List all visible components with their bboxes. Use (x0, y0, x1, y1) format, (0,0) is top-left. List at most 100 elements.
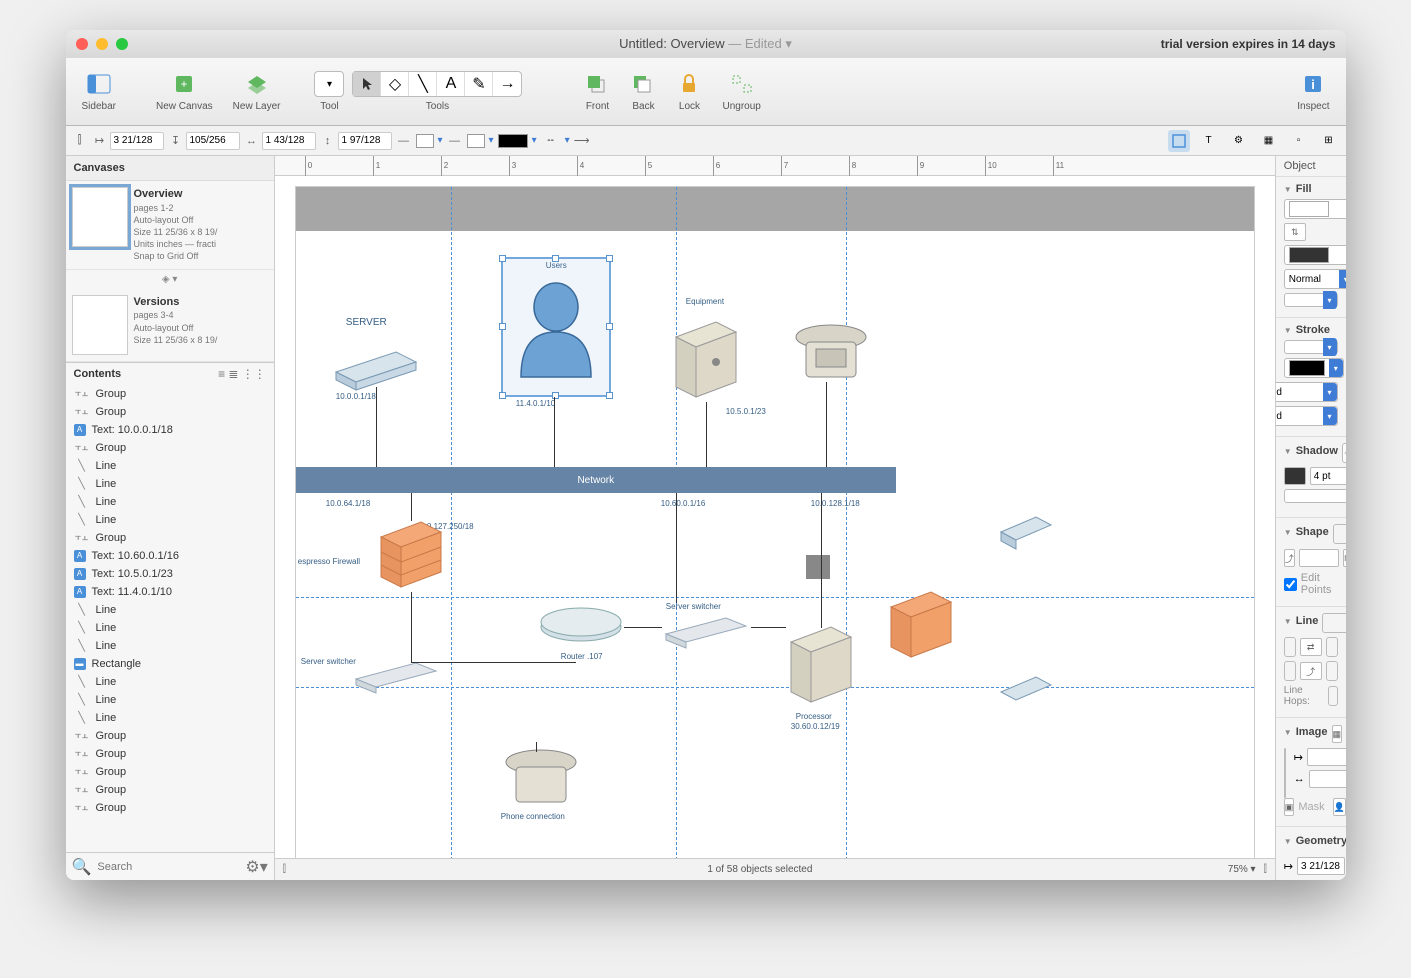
x-input[interactable] (110, 132, 164, 150)
horizontal-ruler[interactable]: 01234567891011 (275, 156, 1275, 176)
list-item[interactable]: ⫟⫠Group (66, 763, 274, 781)
lock-button[interactable]: Lock (670, 67, 708, 116)
close-icon[interactable] (76, 38, 88, 50)
stroke-end-icon[interactable]: ⟶ (574, 133, 590, 149)
fill-type-strip[interactable]: ▾ (1284, 293, 1338, 307)
firewall-shape[interactable] (376, 517, 446, 602)
stroke-swatch[interactable] (416, 134, 434, 148)
fill-color-select[interactable]: ▾ (1284, 199, 1346, 219)
phone-shape[interactable] (786, 317, 876, 392)
y-input[interactable] (186, 132, 240, 150)
tools-group[interactable]: ◇ ╲ A ✎ → (352, 71, 522, 97)
blend-select[interactable]: Normal▾ (1284, 269, 1346, 289)
router-shape[interactable] (536, 602, 626, 657)
object-tab[interactable] (1168, 130, 1190, 152)
canvas-item-versions[interactable]: Versions pages 3-4 Auto-layout Off Size … (66, 289, 274, 362)
equipment-shape[interactable] (666, 317, 746, 412)
w-input[interactable] (262, 132, 316, 150)
list-item[interactable]: ╲Line (66, 457, 274, 475)
canvas-thumbnail[interactable] (72, 295, 128, 355)
shadow-offset-input[interactable] (1310, 467, 1346, 485)
canvas-thumbnail[interactable] (72, 187, 128, 247)
view-mode-icons[interactable]: ≡ ≣ ⋮⋮ (218, 367, 266, 381)
ruler-toggle-v-icon[interactable]: ⫿ (283, 864, 286, 875)
search-input[interactable] (97, 861, 239, 873)
firewall2-shape[interactable] (886, 587, 956, 672)
list-item[interactable]: ⫟⫠Group (66, 781, 274, 799)
minimize-icon[interactable] (96, 38, 108, 50)
inspect-button[interactable]: i Inspect (1291, 67, 1335, 116)
fill-color2-select[interactable]: ▾ (1284, 245, 1346, 265)
list-item[interactable]: ╲Line (66, 601, 274, 619)
list-item[interactable]: ⫟⫠Group (66, 439, 274, 457)
list-item[interactable]: ╲Line (66, 709, 274, 727)
list-item[interactable]: ⫟⫠Group (66, 745, 274, 763)
tool-selector[interactable]: ▾ (314, 71, 344, 97)
back-button[interactable]: Back (624, 67, 662, 116)
list-item[interactable]: ⫟⫠Group (66, 385, 274, 403)
fill-swatch[interactable] (467, 134, 485, 148)
sidebar-button[interactable]: Sidebar (76, 67, 122, 116)
zoom-icon[interactable] (116, 38, 128, 50)
canvas-page[interactable]: SERVER 10.0.0.1/18 Users (295, 186, 1255, 858)
switcher-shape[interactable] (656, 612, 756, 657)
line-curve-icon[interactable]: ⤴ (1300, 662, 1322, 680)
h-input[interactable] (338, 132, 392, 150)
canvas-viewport[interactable]: SERVER 10.0.0.1/18 Users (275, 176, 1275, 858)
user-shape[interactable] (511, 277, 601, 392)
list-item[interactable]: ▬Rectangle (66, 655, 274, 673)
zoom-level[interactable]: 75% ▾ (1228, 864, 1256, 875)
new-layer-button[interactable]: New Layer (227, 67, 287, 116)
document-tab[interactable]: ▫ (1288, 130, 1310, 152)
layer-visibility-icon[interactable]: ◈ ▾ (66, 270, 274, 289)
list-item[interactable]: ╲Line (66, 673, 274, 691)
corner-select[interactable]: Round▾ (1275, 406, 1338, 426)
combine-icon[interactable]: ⊓ (1343, 549, 1346, 567)
ungroup-button[interactable]: Ungroup (716, 67, 766, 116)
list-item[interactable]: ╲Line (66, 637, 274, 655)
ruler-toggle-icon[interactable]: ⫿ (72, 133, 88, 149)
list-item[interactable]: ╲Line (66, 619, 274, 637)
list-item[interactable]: ╲Line (66, 511, 274, 529)
edit-points-checkbox[interactable] (1284, 578, 1297, 591)
processor-shape[interactable] (781, 622, 861, 717)
stroke-color-select[interactable]: ▾ (1284, 358, 1344, 378)
list-item[interactable]: AText: 10.0.0.1/18 (66, 421, 274, 439)
switcher2-shape[interactable] (346, 657, 446, 702)
stroke-type-strip[interactable]: ▾ (1284, 340, 1338, 354)
list-item[interactable]: ⫟⫠Group (66, 529, 274, 547)
shadow-select[interactable]: No Shadow▾ (1342, 443, 1346, 463)
swap-icon[interactable]: ⇅ (1284, 223, 1306, 241)
canvas-tab[interactable]: ▦ (1258, 130, 1280, 152)
shape-radius-input[interactable] (1299, 549, 1339, 567)
gear-icon[interactable]: ⚙▾ (245, 857, 267, 877)
mask-button[interactable]: ▣ (1284, 798, 1295, 816)
image-well[interactable] (1284, 748, 1286, 798)
server-cluster[interactable] (996, 507, 1056, 562)
list-item[interactable]: ⫟⫠Group (66, 727, 274, 745)
rectangle-shape[interactable] (806, 555, 830, 579)
cap-select[interactable]: Round▾ (1275, 382, 1338, 402)
ruler-icon[interactable]: ⫿ (1264, 864, 1267, 875)
phone2-shape[interactable] (496, 742, 586, 817)
front-button[interactable]: Front (578, 67, 616, 116)
list-item[interactable]: ╲Line (66, 493, 274, 511)
shape-curve-icon[interactable]: ⤴ (1284, 549, 1295, 567)
geo-x-input[interactable] (1297, 857, 1345, 875)
new-canvas-button[interactable]: + New Canvas (150, 67, 219, 116)
shadow-color-icon[interactable] (1284, 467, 1306, 485)
list-item[interactable]: AText: 11.4.0.1/10 (66, 583, 274, 601)
canvas-item-overview[interactable]: Overview pages 1-2 Auto-layout Off Size … (66, 181, 274, 270)
properties-tab[interactable]: ⚙ (1228, 130, 1250, 152)
line-style-swatch[interactable] (498, 134, 528, 148)
list-item[interactable]: ╲Line (66, 691, 274, 709)
list-item[interactable]: ╲Line (66, 475, 274, 493)
stencils-tab[interactable]: ⊞ (1318, 130, 1340, 152)
network-bar[interactable]: Network (296, 467, 896, 493)
server-cluster2[interactable] (996, 667, 1056, 722)
shadow-slider[interactable] (1284, 489, 1346, 503)
list-item[interactable]: AText: 10.60.0.1/16 (66, 547, 274, 565)
list-item[interactable]: ⫟⫠Group (66, 403, 274, 421)
list-item[interactable]: ⫟⫠Group (66, 799, 274, 817)
line-reverse-icon[interactable]: ⇄ (1300, 638, 1322, 656)
